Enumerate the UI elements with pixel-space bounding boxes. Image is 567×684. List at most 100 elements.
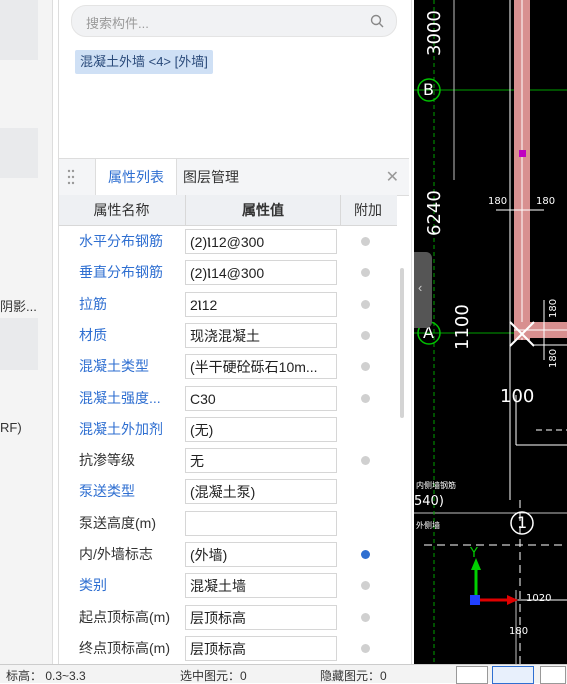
table-row[interactable]: 混凝土外加剂 (无) [59,414,397,445]
table-row[interactable]: 水平分布钢筋 (2)Ⲓ12@300 [59,226,397,257]
table-row[interactable]: 泵送高度(m) [59,508,397,539]
status-hidden: 隐藏图元：0 [320,669,387,683]
property-name: 泵送高度(m) [79,514,156,531]
chevron-left-icon[interactable]: ‹ [418,280,422,295]
axis-label-b: B [423,80,434,99]
left-panel-block [0,0,38,60]
cad-dimension: 180 [488,196,508,207]
table-row[interactable]: 类别 混凝土墙 [59,570,397,601]
tab-property-list[interactable]: 属性列表 [95,159,177,195]
axis-label-1: 1 [517,513,528,532]
attach-radio[interactable] [361,456,370,466]
cad-dimension: 6240 [424,190,445,236]
attach-radio[interactable] [361,362,370,372]
search-input[interactable]: 搜索构件... [86,13,149,32]
property-value-field[interactable] [185,510,337,536]
cad-viewport[interactable]: 3000 6240 B A 1 180 180 180 180 1100 100… [414,0,567,664]
cad-dimension: 1020 [526,593,552,604]
cad-dimension: 180 [509,626,529,637]
attach-radio[interactable] [361,299,370,309]
attach-radio[interactable] [361,612,370,622]
attach-radio[interactable] [361,581,370,591]
property-name: 起点顶标高(m) [79,608,170,625]
column-header-name: 属性名称 [93,202,150,218]
attach-radio[interactable] [361,268,370,278]
table-row[interactable]: 垂直分布钢筋 (2)Ⲓ14@300 [59,257,397,288]
cad-dimension: 3000 [424,10,445,56]
status-selected: 选中图元：0 [180,669,247,683]
table-row[interactable]: 终点顶标高(m) 层顶标高 [59,633,397,664]
property-value-field[interactable]: 现浇混凝土 [185,322,337,348]
property-name[interactable]: 垂直分布钢筋 [79,257,163,288]
cad-drawing [414,0,567,664]
property-value-field[interactable]: (无) [185,416,337,442]
property-name[interactable]: 混凝土强度... [79,383,161,414]
cad-dimension: 100 [500,386,535,407]
property-name[interactable]: 材质 [79,320,107,351]
search-icon[interactable] [370,14,384,28]
column-header-value: 属性值 [185,195,341,225]
property-name: 终点顶标高(m) [79,639,170,656]
table-row[interactable]: 抗渗等级 无 [59,445,397,476]
table-row[interactable]: 泵送类型 (混凝土泵) [59,476,397,507]
property-value-field[interactable]: 无 [185,448,337,474]
cad-dimension: 180 [536,196,556,207]
status-bar: 标高： 0.3~3.3 选中图元：0 隐藏图元：0 [0,664,567,684]
property-name[interactable]: 混凝土外加剂 [79,414,163,445]
property-value-field[interactable]: 层顶标高 [185,635,337,661]
status-elevation: 标高： 0.3~3.3 [6,669,86,683]
properties-panel: 搜索构件... 混凝土外墙 <4> [外墙] 属性列表 图层管理 ✕ 属性名称 … [58,0,412,664]
table-row[interactable]: 材质 现浇混凝土 [59,320,397,351]
table-header: 属性名称 属性值 附加 [59,195,397,226]
column-header-extra: 附加 [354,202,382,218]
left-panel-label: 阴影... [0,299,37,314]
property-name: 内/外墙标志 [79,546,153,562]
property-value-field[interactable]: 混凝土墙 [185,573,337,599]
attach-radio[interactable] [361,393,370,403]
table-row[interactable]: 混凝土强度... C30 [59,383,397,414]
property-name[interactable]: 混凝土类型 [79,351,149,382]
attach-radio[interactable] [361,643,370,653]
left-panel-label: RF) [0,420,22,435]
property-value-field[interactable]: 层顶标高 [185,604,337,630]
property-value-field[interactable]: (混凝土泵) [185,479,337,505]
attach-radio[interactable] [361,237,370,246]
close-icon[interactable]: ✕ [386,167,399,187]
cad-note: 外侧墙 [416,521,440,530]
cad-dimension: 180 [548,348,559,368]
search-box[interactable]: 搜索构件... [71,5,397,37]
table-row[interactable]: 混凝土类型 (半干硬砼砾石10m... [59,351,397,382]
cad-dimension: 1100 [452,304,473,350]
table-row[interactable]: 内/外墙标志 (外墙) [59,539,397,570]
table-row[interactable]: 起点顶标高(m) 层顶标高 [59,602,397,633]
selected-component-tag[interactable]: 混凝土外墙 <4> [外墙] [75,50,213,74]
attach-radio[interactable] [361,330,370,340]
cad-note: 内侧墙钢筋 [416,481,456,490]
toolbar-button[interactable] [540,666,566,684]
property-name[interactable]: 泵送类型 [79,476,135,507]
property-value-field[interactable]: (外墙) [185,542,337,567]
cad-note: 540) [414,494,444,509]
property-value-field[interactable]: 2Ⲓ12 [185,291,337,317]
property-value-field[interactable]: (半干硬砼砾石10m... [185,354,337,380]
property-value-field[interactable]: C30 [185,385,337,411]
left-panel: 阴影... RF) [0,0,53,664]
toolbar-button[interactable] [456,666,488,684]
tab-layer-management[interactable]: 图层管理 [179,159,243,195]
cad-dimension: 180 [548,298,559,318]
left-panel-block [0,128,38,178]
property-name: 抗渗等级 [79,452,135,469]
drag-handle-icon[interactable] [67,169,75,185]
property-value-field[interactable]: (2)Ⲓ12@300 [185,229,337,254]
table-row[interactable]: 拉筋 2Ⲓ12 [59,289,397,320]
property-name[interactable]: 类别 [79,570,107,601]
property-name[interactable]: 拉筋 [79,289,107,320]
tab-bar: 属性列表 图层管理 ✕ [59,158,409,196]
property-name[interactable]: 水平分布钢筋 [79,226,163,257]
property-value-field[interactable]: (2)Ⲓ14@300 [185,260,337,286]
scrollbar[interactable] [400,268,404,418]
collapse-handle[interactable]: ‹ [414,252,432,328]
attach-radio[interactable] [361,550,370,559]
left-panel-block [0,318,38,370]
select-mode-button[interactable] [492,666,534,684]
